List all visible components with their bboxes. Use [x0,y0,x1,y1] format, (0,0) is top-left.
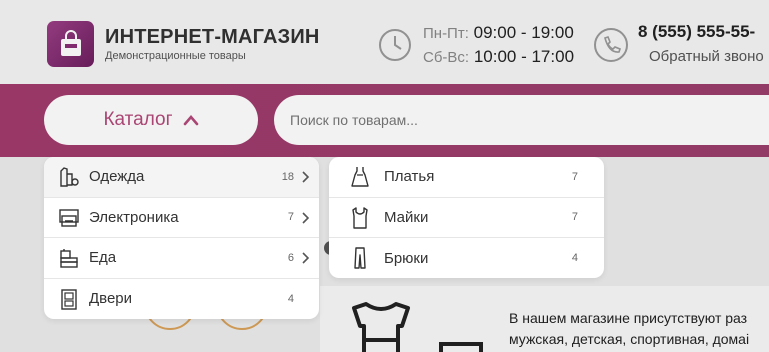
menu-item-food[interactable]: Еда 6 [44,238,319,279]
menu-item-count: 18 [281,170,294,183]
callback-link[interactable]: Обратный звоно [649,48,764,65]
submenu-item-tank-tops[interactable]: Майки 7 [329,198,604,238]
catalog-button[interactable]: Каталог [44,95,258,145]
menu-item-label: Электроника [89,208,179,226]
info-text: В нашем магазине присутствуют раз мужска… [509,308,749,350]
menu-item-electronics[interactable]: Электроника 7 [44,198,319,238]
submenu-item-label: Майки [384,208,429,226]
store-subtitle: Демонстрационные товары [105,50,246,62]
menu-item-count: 7 [287,211,294,224]
chevron-up-icon [183,115,198,126]
submenu-item-label: Брюки [384,249,429,267]
chevron-right-icon [302,252,310,264]
menu-item-clothing[interactable]: Одежда 18 [44,157,319,198]
search-bar[interactable] [274,95,769,145]
food-icon [60,249,78,268]
weekend-label: Сб-Вс: [423,49,470,66]
store-logo[interactable] [47,21,94,67]
store-title[interactable]: ИНТЕРНЕТ-МАГАЗИН [105,26,320,49]
catalog-button-label: Каталог [103,109,173,130]
submenu-item-trousers[interactable]: Брюки 4 [329,238,604,278]
clothing-icon [60,167,79,187]
tshirt-icon [352,302,410,352]
submenu-item-dresses[interactable]: Платья 7 [329,157,604,198]
info-line-2: мужская, детская, спортивная, домаі [509,331,750,347]
catalog-menu: Одежда 18 Электроника 7 Еда 6 Двери 4 [44,157,319,319]
dress-icon [351,167,369,187]
door-icon [61,288,77,310]
info-line-1: В нашем магазине присутствуют раз [509,310,748,326]
weekday-time: 09:00 - 19:00 [473,23,574,42]
submenu-item-count: 7 [571,170,578,183]
clothing-submenu: Платья 7 Майки 7 Брюки 4 [329,157,604,278]
menu-item-doors[interactable]: Двери 4 [44,279,319,320]
header: ИНТЕРНЕТ-МАГАЗИН Демонстрационные товары… [0,0,769,84]
weekend-time: 10:00 - 17:00 [473,47,575,66]
menu-item-label: Двери [89,290,133,308]
box-icon [439,342,483,352]
chevron-right-icon [302,171,310,183]
weekday-label: Пн-Пт: [423,25,469,42]
weekday-hours: Пн-Пт: 09:00 - 19:00 [423,23,574,43]
menu-item-label: Еда [89,249,117,267]
phone-number[interactable]: 8 (555) 555-55- [638,22,755,42]
phone-icon [594,28,628,62]
weekend-hours: Сб-Вс: 10:00 - 17:00 [423,47,574,67]
search-input[interactable] [290,112,769,128]
shopping-bag-icon [60,30,81,56]
electronics-icon [59,208,79,227]
clock-icon [379,29,411,61]
menu-item-label: Одежда [89,168,145,186]
menu-item-count: 4 [287,292,294,305]
trousers-icon [354,247,366,269]
submenu-item-count: 4 [571,252,578,265]
submenu-item-count: 7 [571,211,578,224]
menu-item-count: 6 [287,251,294,264]
submenu-item-label: Платья [384,168,435,186]
chevron-right-icon [302,211,310,224]
tank-top-icon [352,206,368,229]
